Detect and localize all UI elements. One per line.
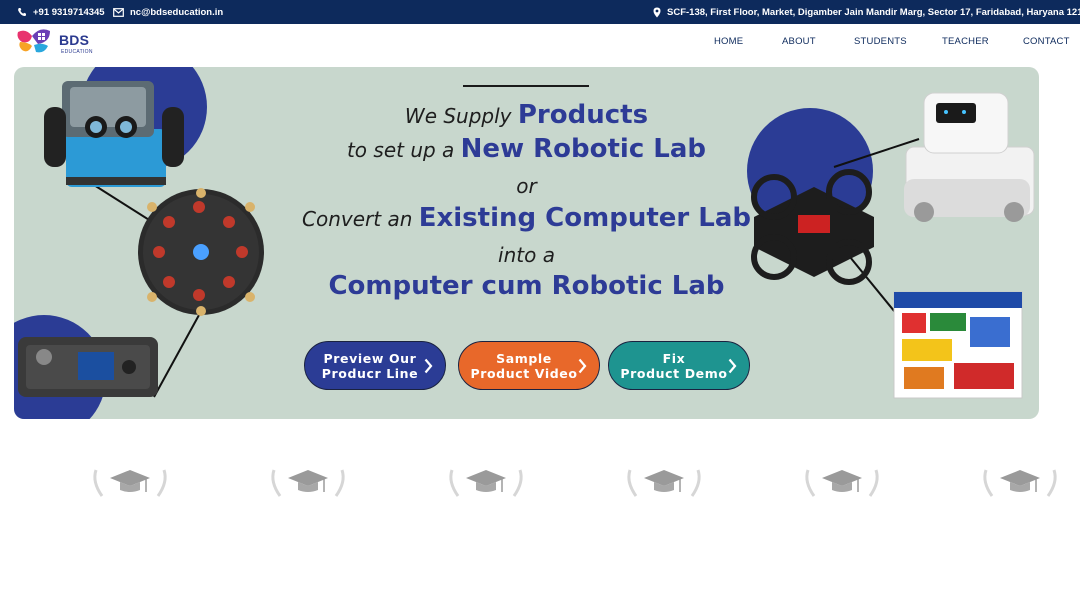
codey-robot-image (904, 92, 1035, 222)
graduation-cap-icon (271, 469, 345, 497)
nav-home[interactable]: HOME (714, 36, 743, 47)
address-text: SCF-138, First Floor, Market, Digamber J… (667, 6, 1080, 18)
brand-name: BDS (59, 32, 90, 48)
mail-icon (113, 7, 124, 17)
email-contact[interactable]: nc@bdseducation.in (113, 0, 223, 24)
graduation-cap-icon (449, 469, 523, 497)
phone-icon (18, 8, 26, 17)
phone-number[interactable]: +91 9319714345 (33, 7, 105, 18)
nav-students[interactable]: STUDENTS (854, 36, 907, 47)
hero-line6: Computer cum Robotic Lab (328, 271, 725, 301)
btn3-line1: Fix (662, 350, 686, 366)
hero-line1-b: Products (517, 100, 649, 130)
graduation-cap-icon (983, 469, 1057, 497)
hero-line4-b: Existing Computer Lab (418, 203, 751, 233)
btn3-line2: Product Demo (620, 365, 728, 381)
brand-sub: EDUCATION (61, 49, 93, 55)
fix-product-demo-button[interactable]: Fix Product Demo (608, 341, 750, 390)
graduation-cap-icon (627, 469, 701, 497)
graduation-caps-row (0, 460, 1080, 510)
brand-logo[interactable]: BDS EDUCATION (16, 28, 96, 56)
hero-headline-1: We Supply Products (274, 100, 779, 130)
btn1-line2: Producr Line (321, 365, 419, 381)
hero-headline-2: to set up a New Robotic Lab (274, 134, 779, 164)
butterfly-logo-icon (17, 29, 50, 53)
graduation-cap-icon (805, 469, 879, 497)
hero-headline-3: or (274, 174, 779, 198)
sample-product-video-button[interactable]: Sample Product Video (458, 341, 600, 390)
nav-contact[interactable]: CONTACT (1023, 36, 1070, 47)
location-pin-icon (653, 7, 661, 17)
hero-line2-a: to set up a (346, 138, 461, 162)
address-contact: SCF-138, First Floor, Market, Digamber J… (653, 0, 1080, 24)
top-info-bar: +91 9319714345 nc@bdseducation.in SCF-13… (0, 0, 1080, 24)
phone-contact[interactable]: +91 9319714345 (17, 0, 105, 24)
btn2-line1: Sample (496, 350, 552, 366)
circuit-board-image (138, 188, 264, 316)
hero-line5: into a (498, 243, 555, 267)
chevron-right-icon (578, 358, 587, 374)
email-address[interactable]: nc@bdseducation.in (130, 7, 223, 18)
hero-headline-6: Computer cum Robotic Lab (274, 271, 779, 301)
hero-divider-line (463, 85, 589, 87)
nav-teacher[interactable]: TEACHER (942, 36, 989, 47)
nav-about[interactable]: ABOUT (782, 36, 816, 47)
hero-line4-a: Convert an (302, 207, 419, 231)
btn1-line1: Preview Our (323, 350, 417, 366)
hero-line2-b: New Robotic Lab (460, 134, 707, 164)
btn2-line2: Product Video (470, 365, 578, 381)
handheld-device-image (18, 337, 158, 397)
graduation-cap-icon (93, 469, 167, 497)
hero-banner: We Supply Products to set up a New Robot… (14, 67, 1039, 419)
hero-headline-5: into a (274, 243, 779, 267)
preview-product-line-button[interactable]: Preview Our Producr Line (304, 341, 446, 390)
chevron-right-icon (424, 358, 433, 374)
hero-line1-a: We Supply (404, 104, 518, 128)
hero-headline-4: Convert an Existing Computer Lab (274, 203, 779, 233)
snap-circuits-box-image (893, 291, 1023, 399)
chevron-right-icon (728, 358, 737, 374)
hero-line3: or (516, 174, 537, 198)
main-navbar: BDS EDUCATION HOME ABOUT STUDENTS TEACHE… (0, 24, 1080, 60)
